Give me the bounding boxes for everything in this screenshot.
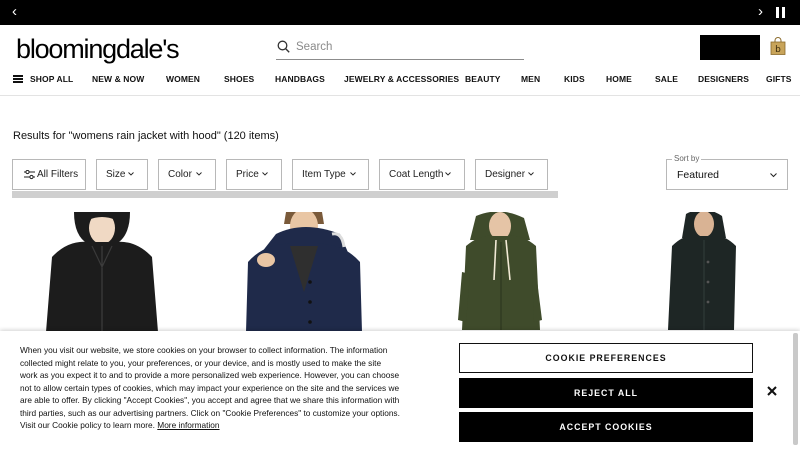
chevron-down-icon	[128, 172, 134, 176]
reject-all-button[interactable]: REJECT ALL	[459, 378, 753, 408]
nav-designers[interactable]: DESIGNERS	[698, 74, 749, 84]
main-nav: SHOP ALL NEW & NOW WOMEN SHOES HANDBAGS …	[0, 70, 800, 90]
chevron-down-icon	[350, 172, 356, 176]
item-type-filter-label: Item Type	[302, 169, 346, 180]
filter-scrollbar[interactable]	[12, 191, 558, 198]
page-scrollbar[interactable]	[793, 333, 798, 445]
nav-beauty[interactable]: BEAUTY	[465, 74, 501, 84]
account-button[interactable]	[700, 35, 760, 60]
designer-filter[interactable]: Designer	[475, 159, 548, 190]
menu-icon[interactable]	[13, 75, 23, 83]
nav-shop-all[interactable]: SHOP ALL	[30, 74, 73, 84]
price-filter-label: Price	[236, 169, 259, 180]
product-image[interactable]	[12, 212, 192, 332]
product-image[interactable]	[214, 212, 394, 332]
product-image[interactable]	[620, 212, 800, 332]
color-filter-label: Color	[168, 169, 192, 180]
product-card[interactable]	[418, 212, 598, 332]
size-filter[interactable]: Size	[96, 159, 148, 190]
cookie-message: When you visit our website, we store coo…	[20, 345, 400, 430]
cookie-banner: When you visit our website, we store coo…	[0, 331, 800, 450]
sort-value: Featured	[677, 169, 720, 181]
chevron-left-icon[interactable]: ‹	[12, 4, 17, 19]
nav-men[interactable]: MEN	[521, 74, 540, 84]
chevron-down-icon	[262, 172, 268, 176]
coat-length-filter[interactable]: Coat Length	[379, 159, 465, 190]
nav-home[interactable]: HOME	[606, 74, 632, 84]
results-count: Results for "womens rain jacket with hoo…	[13, 130, 279, 142]
all-filters-button[interactable]: All Filters	[12, 159, 86, 190]
chevron-down-icon	[770, 173, 777, 178]
coat-length-filter-label: Coat Length	[389, 169, 444, 180]
item-type-filter[interactable]: Item Type	[292, 159, 369, 190]
shopping-bag-icon[interactable]: b	[770, 37, 786, 55]
more-information-link[interactable]: More information	[157, 420, 219, 430]
designer-filter-label: Designer	[485, 169, 526, 180]
color-filter[interactable]: Color	[158, 159, 216, 190]
sort-label: Sort by	[672, 154, 702, 163]
close-icon[interactable]	[766, 385, 778, 397]
nav-gifts[interactable]: GIFTS	[766, 74, 792, 84]
size-filter-label: Size	[106, 169, 126, 180]
nav-sale[interactable]: SALE	[655, 74, 678, 84]
search-icon[interactable]	[277, 40, 290, 53]
site-logo[interactable]: bloomingdale's	[16, 34, 180, 65]
cookie-text: When you visit our website, we store coo…	[20, 344, 400, 432]
promo-bar: ‹ ›	[0, 0, 800, 25]
nav-shoes[interactable]: SHOES	[224, 74, 254, 84]
nav-kids[interactable]: KIDS	[564, 74, 585, 84]
price-filter[interactable]: Price	[226, 159, 282, 190]
pause-icon[interactable]	[776, 7, 785, 18]
search-input[interactable]	[296, 38, 521, 56]
search-bar	[276, 36, 524, 60]
filter-sliders-icon	[24, 170, 35, 180]
product-card[interactable]	[214, 212, 394, 332]
nav-new-and-now[interactable]: NEW & NOW	[92, 74, 144, 84]
chevron-down-icon	[445, 172, 451, 176]
nav-handbags[interactable]: HANDBAGS	[275, 74, 325, 84]
sort-select[interactable]: Featured	[666, 159, 788, 190]
chevron-down-icon	[528, 172, 534, 176]
all-filters-label: All Filters	[37, 169, 79, 180]
nav-women[interactable]: WOMEN	[166, 74, 200, 84]
product-card[interactable]	[12, 212, 192, 332]
chevron-down-icon	[196, 172, 202, 176]
nav-divider	[0, 95, 800, 96]
accept-cookies-button[interactable]: ACCEPT COOKIES	[459, 412, 753, 442]
chevron-right-icon[interactable]: ›	[758, 4, 763, 19]
nav-jewelry-accessories[interactable]: JEWELRY & ACCESSORIES	[344, 74, 459, 84]
product-card[interactable]	[620, 212, 800, 332]
svg-text:b: b	[775, 45, 781, 55]
product-image[interactable]	[418, 212, 598, 332]
cookie-preferences-button[interactable]: COOKIE PREFERENCES	[459, 343, 753, 373]
